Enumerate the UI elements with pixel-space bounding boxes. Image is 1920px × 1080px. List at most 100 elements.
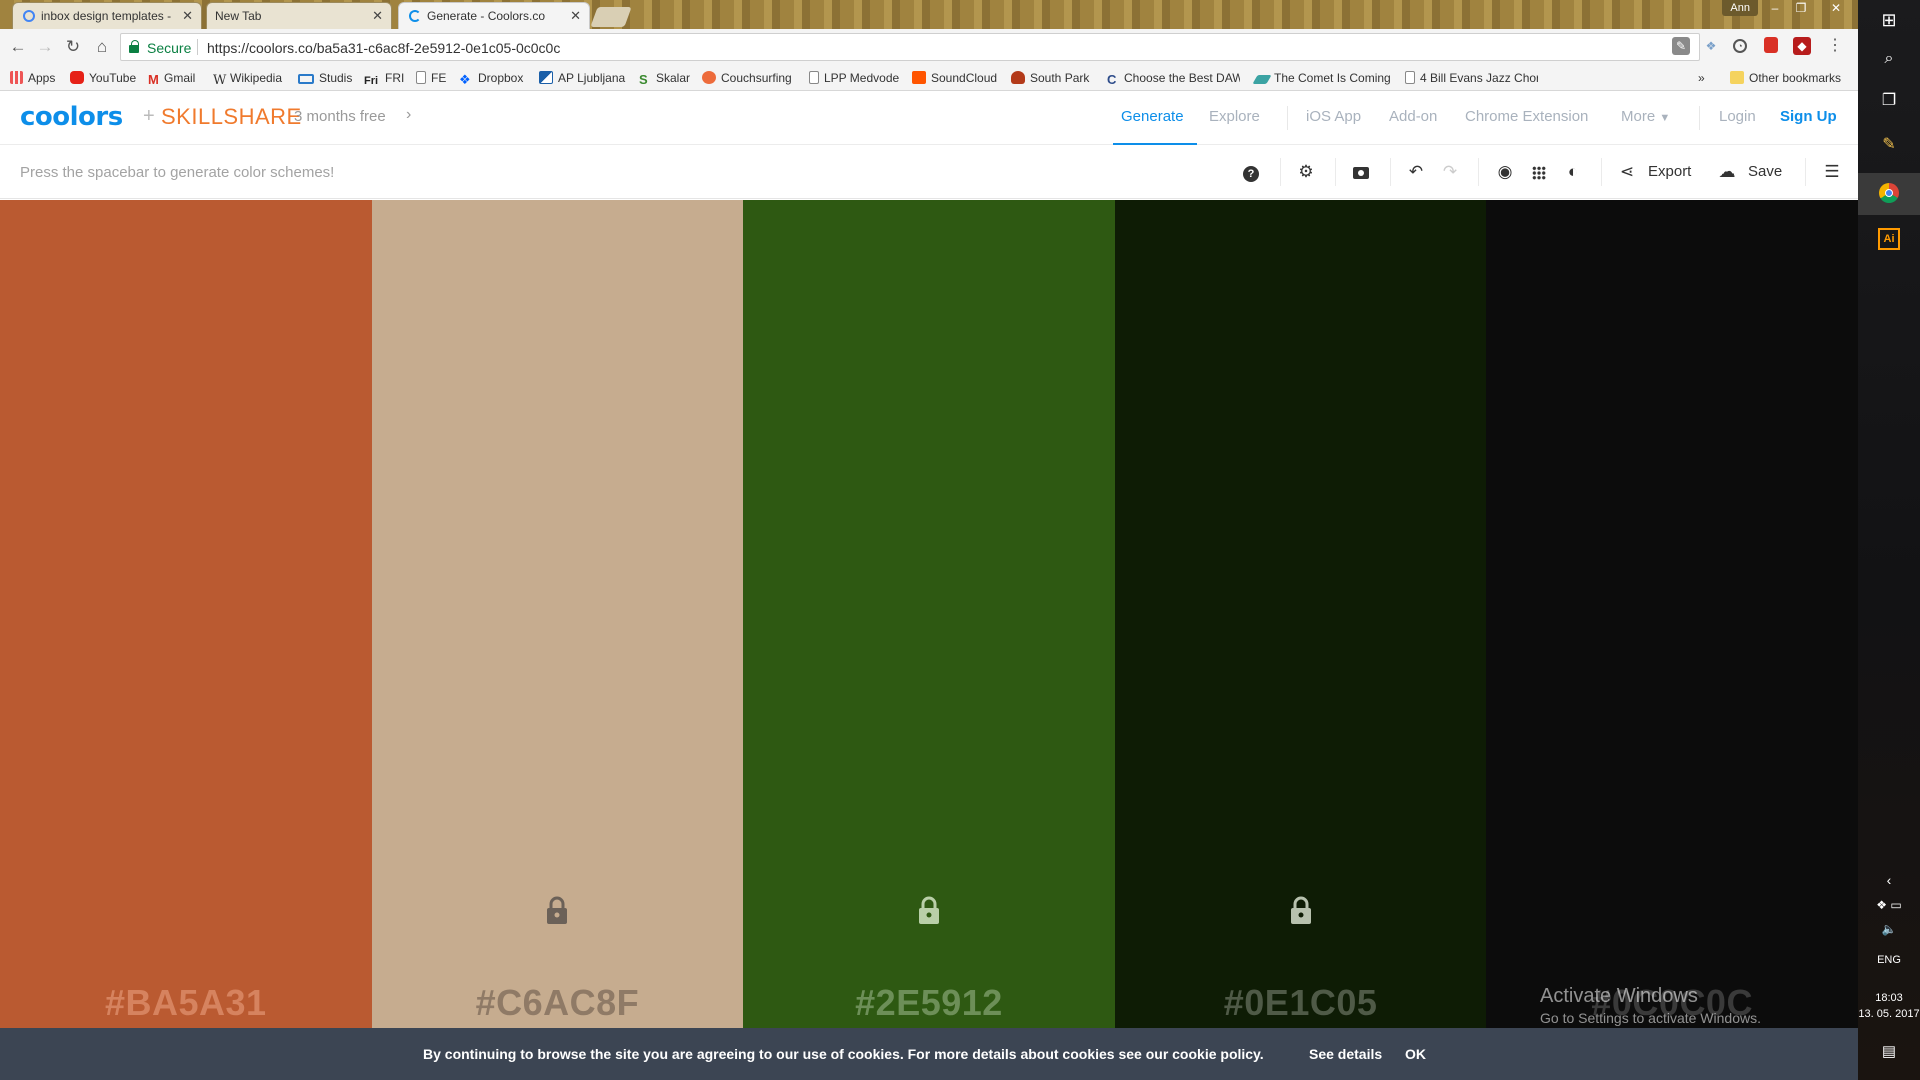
settings-gear-icon[interactable]: ⚙ (1294, 160, 1318, 184)
nav-ios-app[interactable]: iOS App (1306, 108, 1361, 125)
tab-close-icon[interactable]: ✕ (570, 8, 581, 24)
color-swatch[interactable]: #BA5A31 (0, 200, 372, 1028)
generator-toolbar: Press the spacebar to generate color sch… (0, 146, 1858, 199)
profile-name[interactable]: Ann (1722, 0, 1758, 16)
color-swatch[interactable]: #C6AC8F (371, 200, 744, 1028)
tab-inbox-templates[interactable]: inbox design templates - ✕ (12, 2, 202, 29)
chrome-taskbar-icon[interactable] (1858, 173, 1920, 215)
nav-explore[interactable]: Explore (1209, 108, 1260, 125)
bookmark-label: Studis (319, 71, 353, 85)
see-details-link[interactable]: See details (1309, 1046, 1382, 1062)
hex-code[interactable]: #2E5912 (743, 982, 1115, 1024)
bookmark-apps[interactable]: Apps (10, 71, 55, 85)
chevron-left-icon[interactable]: ‹ (1858, 872, 1920, 888)
promo-link[interactable]: 3 months free (294, 108, 386, 125)
language-indicator[interactable]: ENG (1858, 954, 1920, 966)
bookmark-red-extension-icon[interactable] (1764, 37, 1778, 53)
hex-code[interactable]: #C6AC8F (372, 982, 744, 1024)
bookmark-dropbox[interactable]: ❖ Dropbox (459, 71, 523, 87)
new-tab-button[interactable] (590, 7, 632, 27)
color-swatch[interactable]: #0C0C0C (1486, 200, 1858, 1028)
window-close-icon[interactable]: ✕ (1814, 0, 1858, 18)
tab-close-icon[interactable]: ✕ (182, 8, 193, 24)
hex-code[interactable]: #BA5A31 (0, 982, 372, 1024)
windows-start-icon[interactable]: ⊞ (1858, 10, 1920, 31)
coolors-logo[interactable]: coolors (20, 102, 123, 132)
back-icon[interactable]: ← (6, 35, 30, 59)
tab-coolors-generate[interactable]: Generate - Coolors.co ✕ (398, 2, 590, 29)
ap-icon (539, 71, 553, 84)
bookmark-south-park[interactable]: South Park (1011, 71, 1089, 85)
share-icon[interactable]: ⋖ (1615, 160, 1639, 184)
skillshare-logo[interactable]: SKILLSHARE (161, 104, 302, 130)
save-button[interactable]: Save (1748, 163, 1782, 180)
nav-login[interactable]: Login (1719, 108, 1756, 125)
camera-icon[interactable] (1349, 160, 1373, 184)
bookmark-comet[interactable]: The Comet Is Coming (1252, 71, 1391, 85)
url-text[interactable]: https://coolors.co/ba5a31-c6ac8f-2e5912-… (207, 40, 560, 56)
home-icon[interactable]: ⌂ (90, 35, 114, 59)
clock[interactable]: 18:03 13. 05. 2017 (1858, 990, 1920, 1022)
bookmark-skalar[interactable]: S Skalar (639, 71, 690, 87)
clock-date: 13. 05. 2017 (1858, 1008, 1920, 1020)
eye-icon[interactable]: ◉ (1493, 160, 1517, 184)
southpark-icon (1011, 71, 1025, 84)
help-icon[interactable]: ? (1239, 160, 1263, 184)
nav-chrome-extension[interactable]: Chrome Extension (1465, 108, 1588, 125)
address-bar[interactable]: Secure https://coolors.co/ba5a31-c6ac8f-… (120, 33, 1700, 61)
dropbox-extension-icon[interactable]: ❖ (1702, 37, 1720, 55)
lock-icon[interactable] (917, 896, 941, 924)
extension-circle-icon[interactable]: ◔ (1733, 39, 1747, 53)
tray-icons[interactable]: ❖ ▭ (1858, 898, 1920, 912)
illustrator-icon[interactable]: Ai (1858, 228, 1920, 250)
bookmark-gmail[interactable]: M Gmail (148, 71, 195, 87)
other-bookmarks[interactable]: Other bookmarks (1730, 71, 1841, 85)
bookmark-ap-ljubljana[interactable]: AP Ljubljana (539, 71, 625, 85)
redo-icon[interactable]: ↷ (1438, 160, 1462, 184)
bookmarks-overflow-button[interactable]: » (1698, 71, 1705, 85)
nav-add-on[interactable]: Add-on (1389, 108, 1437, 125)
cloud-upload-icon[interactable]: ☁ (1715, 160, 1739, 184)
lock-icon[interactable] (545, 896, 569, 924)
color-swatch[interactable]: #0E1C05 (1114, 200, 1487, 1028)
hex-code[interactable]: #0E1C05 (1115, 982, 1487, 1024)
ublock-extension-icon[interactable]: ◆ (1793, 37, 1811, 55)
volume-icon[interactable]: 🔈 (1858, 922, 1920, 936)
task-view-icon[interactable]: ❐ (1858, 90, 1920, 110)
undo-icon[interactable]: ↶ (1404, 160, 1428, 184)
chevron-right-icon[interactable]: › (406, 106, 411, 124)
color-swatch[interactable]: #2E5912 (743, 200, 1115, 1028)
bookmark-fe[interactable]: FE (416, 71, 446, 85)
grid-view-icon[interactable] (1527, 160, 1551, 184)
bookmark-youtube[interactable]: YouTube (70, 71, 136, 85)
notifications-icon[interactable]: ▤ (1858, 1042, 1920, 1060)
reload-icon[interactable]: ↻ (61, 35, 85, 59)
bookmark-soundcloud[interactable]: SoundCloud (912, 71, 997, 85)
bookmark-studis[interactable]: Studis (298, 71, 352, 85)
bookmark-fri[interactable]: Fri FRI (364, 71, 404, 88)
bookmark-couchsurfing[interactable]: Couchsurfing (702, 71, 792, 85)
bookmark-label: Couchsurfing (721, 71, 792, 85)
export-button[interactable]: Export (1648, 163, 1691, 180)
cookie-ok-button[interactable]: OK (1405, 1046, 1426, 1062)
nav-more[interactable]: More ▼ (1621, 108, 1670, 125)
lock-icon[interactable] (1289, 896, 1313, 924)
bookmark-lpp-medvode[interactable]: LPP Medvode (809, 71, 899, 85)
tab-new-tab[interactable]: New Tab ✕ (206, 2, 392, 29)
nav-sign-up[interactable]: Sign Up (1780, 108, 1837, 125)
search-icon[interactable]: ⌕ (1858, 50, 1920, 68)
bookmark-bill-evans[interactable]: 4 Bill Evans Jazz Chor (1405, 71, 1538, 85)
hamburger-menu-icon[interactable]: ☰ (1820, 160, 1844, 184)
tab-close-icon[interactable]: ✕ (372, 8, 383, 24)
secure-indicator[interactable]: Secure (129, 40, 191, 56)
bookmark-choose-daw[interactable]: C Choose the Best DAW (1107, 71, 1240, 87)
pencil-app-icon[interactable]: ✎ (1858, 134, 1920, 154)
chrome-menu-icon[interactable]: ⋮ (1826, 37, 1844, 55)
extension-icon[interactable]: ✎ (1672, 37, 1690, 55)
restore-icon[interactable]: ❐ (1788, 0, 1814, 18)
forward-icon[interactable]: → (33, 35, 57, 59)
minimize-icon[interactable]: – (1762, 0, 1788, 18)
contrast-icon[interactable]: ◐ (1561, 160, 1585, 184)
nav-generate[interactable]: Generate (1121, 108, 1184, 125)
bookmark-wikipedia[interactable]: W Wikipedia (213, 71, 282, 88)
